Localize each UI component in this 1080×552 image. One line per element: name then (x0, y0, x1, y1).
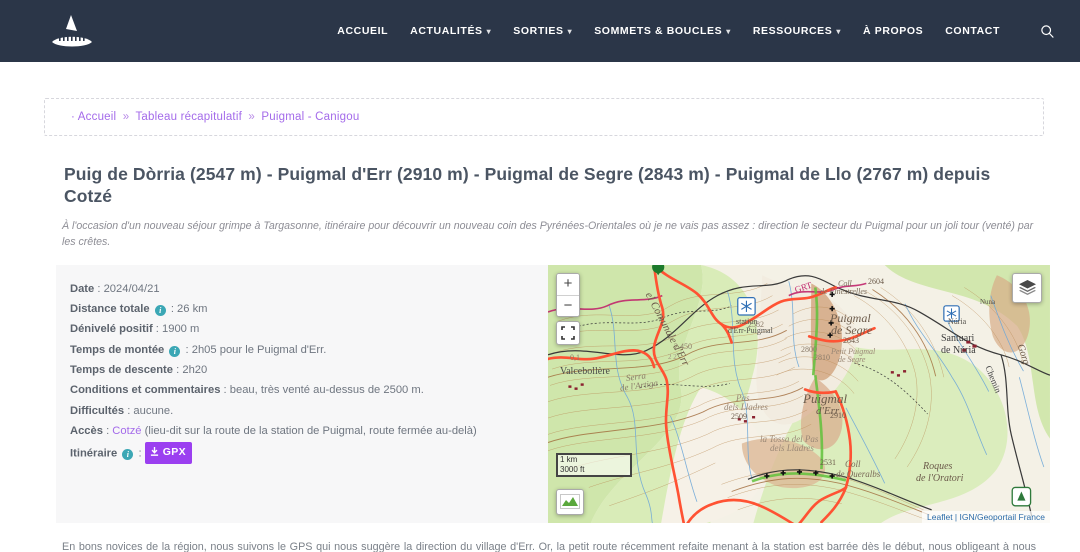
page-title: Puig de Dòrria (2547 m) - Puigmal d'Err … (64, 164, 991, 206)
info-value-date: 2024/04/21 (103, 282, 160, 295)
breadcrumb-separator: » (248, 111, 255, 123)
breadcrumb-item-current[interactable]: Puigmal - Canigou (261, 111, 359, 123)
info-row-conditions: Conditions et commentaires : beau, très … (70, 380, 532, 400)
nav-label: RESSOURCES (752, 25, 833, 37)
info-label-difficultes: Difficultés (70, 404, 125, 417)
layers-icon[interactable] (1012, 272, 1042, 303)
info-label-montee: Temps de montée (70, 343, 165, 356)
info-colon: : (97, 282, 101, 295)
info-colon: : (138, 447, 142, 460)
scale-metric: 1 km (556, 452, 632, 465)
info-colon: : (155, 323, 159, 336)
article-body: En bons novices de la région, nous suivo… (62, 540, 1036, 552)
info-row-descente: Temps de descente : 2h20 (70, 360, 532, 380)
acces-link-cotze[interactable]: Cotzé (112, 425, 141, 437)
info-icon[interactable]: i (122, 449, 134, 461)
info-value-montee: 2h05 pour le Puigmal d'Err. (191, 343, 327, 356)
info-icon[interactable]: i (169, 345, 181, 357)
info-row-date: Date : 2024/04/21 (70, 279, 532, 299)
info-value-conditions: beau, très venté au-dessus de 2500 m. (229, 384, 424, 397)
nav-item-sorties[interactable]: SORTIES ▾ (513, 25, 572, 37)
chevron-down-icon: ▾ (486, 27, 492, 36)
map-scalebar: 1 km 3000 ft (556, 452, 632, 477)
breadcrumb-trail: · Accueil » Tableau récapitulatif » Puig… (71, 111, 1017, 123)
nav-item-sommets-boucles[interactable]: SOMMETS & BOUCLES ▾ (594, 25, 731, 37)
download-icon (150, 447, 158, 456)
nav-item-ressources[interactable]: RESSOURCES ▾ (753, 25, 841, 37)
search-icon[interactable] (1038, 22, 1056, 40)
info-colon: : (106, 425, 110, 438)
map-canvas (548, 264, 1050, 523)
breadcrumb-item-tableau[interactable]: Tableau récapitulatif (135, 111, 242, 123)
nav-label: CONTACT (945, 25, 1000, 37)
chevron-down-icon: ▾ (836, 27, 842, 36)
page-content: · Accueil » Tableau récapitulatif » Puig… (0, 98, 1080, 552)
info-label-itineraire: Itinéraire (70, 447, 118, 460)
trip-map[interactable]: el Comunale d'Err Serra de l'Artiga Valcebo… (548, 264, 1050, 523)
info-row-montee: Temps de montée i : 2h05 pour le Puigmal… (70, 340, 532, 360)
trip-info-panel: Date : 2024/04/21 Distance totale i : 26… (56, 264, 548, 523)
info-label-descente: Temps de descente (70, 364, 174, 377)
info-label-acces: Accès (70, 425, 103, 438)
layers-glyph (1018, 280, 1036, 296)
scale-imperial: 3000 ft (556, 464, 632, 477)
main-navigation: ACCUEIL ACTUALITÉS ▾ SORTIES ▾ SOMMETS & B… (337, 22, 1056, 40)
map-zoom-controls: + − (556, 272, 580, 317)
info-colon: : (127, 404, 131, 417)
nav-item-accueil[interactable]: ACCUEIL (337, 25, 388, 37)
site-header: ACCUEIL ACTUALITÉS ▾ SORTIES ▾ SOMMETS & B… (0, 0, 1080, 62)
info-label-denivele: Dénivelé positif (70, 323, 153, 336)
breadcrumb-item-accueil[interactable]: Accueil (78, 111, 116, 123)
nav-item-actualites[interactable]: ACTUALITÉS ▾ (410, 25, 491, 37)
info-colon: : (223, 384, 227, 397)
search-glyph (1040, 24, 1054, 38)
info-value-difficultes: aucune. (133, 404, 174, 417)
trip-info-list: Date : 2024/04/21 Distance totale i : 26… (70, 279, 532, 464)
info-label-conditions: Conditions et commentaires (70, 384, 221, 397)
zoom-out-button[interactable]: − (557, 294, 579, 316)
info-colon: : (176, 364, 180, 377)
mountain-logo[interactable] (42, 8, 102, 54)
nav-label: ACTUALITÉS (410, 25, 483, 37)
info-value-acces-rest: (lieu-dit sur la route de la station de … (144, 425, 477, 438)
elevation-profile-glyph (560, 494, 580, 509)
info-value-distance: 26 km (177, 302, 208, 315)
breadcrumb-prefix: · (71, 111, 76, 123)
info-colon: : (170, 302, 174, 315)
info-row-acces: Accès : Cotzé (lieu-dit sur la route de … (70, 421, 532, 441)
info-row-distance: Distance totale i : 26 km (70, 299, 532, 319)
info-icon[interactable]: i (154, 304, 166, 316)
nav-label: ACCUEIL (337, 25, 389, 37)
nav-item-contact[interactable]: CONTACT (945, 25, 1000, 37)
elevation-profile-icon[interactable] (556, 488, 584, 515)
nav-item-a-propos[interactable]: À PROPOS (863, 25, 923, 37)
gpx-download-button[interactable]: GPX (144, 441, 193, 464)
breadcrumb-separator: » (122, 111, 130, 123)
info-label-distance: Distance totale (70, 302, 150, 315)
article-lede: À l'occasion d'un nouveau séjour grimpe … (62, 219, 1034, 249)
info-row-itineraire: Itinéraire i : GPX (70, 441, 532, 464)
fullscreen-glyph (561, 325, 575, 340)
fullscreen-icon[interactable] (556, 320, 580, 345)
zoom-in-button[interactable]: + (557, 273, 579, 295)
trip-summary-row: Date : 2024/04/21 Distance totale i : 26… (56, 264, 1050, 523)
map-attribution[interactable]: Leaflet | IGN/Geoportail France (922, 510, 1050, 523)
gpx-label: GPX (162, 445, 187, 458)
chevron-down-icon: ▾ (567, 27, 573, 36)
breadcrumb: · Accueil » Tableau récapitulatif » Puig… (44, 98, 1044, 136)
info-value-denivele: 1900 m (162, 323, 200, 336)
info-colon: : (185, 343, 189, 356)
mountain-logo-icon (52, 15, 92, 47)
nav-label: À PROPOS (863, 25, 924, 37)
chevron-down-icon: ▾ (726, 27, 731, 36)
info-row-denivele: Dénivelé positif : 1900 m (70, 319, 532, 339)
nav-label: SORTIES (513, 25, 564, 37)
nav-label: SOMMETS & BOUCLES (594, 25, 723, 37)
info-value-descente: 2h20 (182, 364, 208, 377)
info-row-difficultes: Difficultés : aucune. (70, 401, 532, 421)
info-label-date: Date (70, 282, 95, 295)
